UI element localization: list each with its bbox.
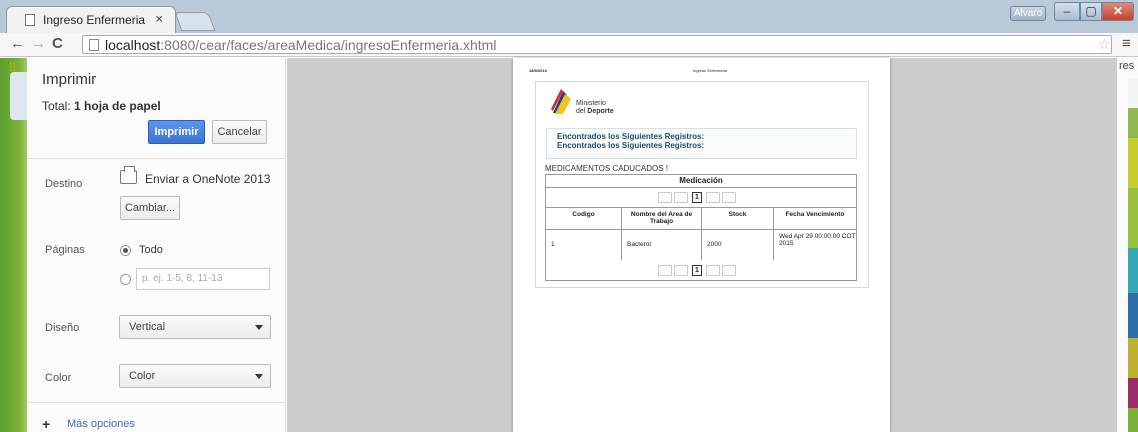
change-destination-button[interactable]: Cambiar... [120, 196, 180, 220]
pager-next-button[interactable] [706, 192, 720, 203]
column-header: Fecha Vencimiento [774, 207, 856, 229]
browser-toolbar: ← → C localhost:8080/cear/faces/areaMedi… [0, 33, 1138, 57]
destination-label: Destino [45, 178, 83, 190]
table-title: Medicación [546, 175, 856, 188]
color-select[interactable]: Color [119, 364, 271, 388]
top-pager: 1 [658, 192, 748, 203]
pager-first-button[interactable] [658, 192, 672, 203]
chevron-down-icon [255, 325, 263, 330]
chevron-down-icon [255, 374, 263, 379]
pages-all-radio[interactable] [120, 245, 131, 256]
color-label: Color [45, 372, 72, 384]
printer-icon [120, 166, 137, 184]
new-tab-button[interactable] [174, 12, 216, 31]
pager-current-page[interactable]: 1 [692, 265, 702, 276]
print-title: Imprimir [42, 71, 97, 88]
pages-custom-radio[interactable] [120, 274, 131, 285]
page-card-edge [10, 72, 27, 120]
header-date: 18/5/2015 [529, 68, 547, 73]
pager-last-button[interactable] [722, 192, 736, 203]
address-bar[interactable]: localhost:8080/cear/faces/areaMedica/ing… [82, 35, 1112, 54]
back-icon[interactable]: ← [10, 35, 25, 52]
pager-last-button[interactable] [722, 265, 736, 276]
page-scrollbar[interactable] [1128, 78, 1138, 432]
layout-label: Diseño [45, 322, 80, 334]
bookmark-star-icon[interactable]: ☆ [1098, 36, 1111, 53]
layout-select[interactable]: Vertical [119, 315, 271, 339]
tab-title: Ingreso Enfermeria [43, 13, 146, 27]
pages-all-label: Todo [139, 244, 163, 256]
column-header: Stock [702, 207, 774, 229]
medication-table: Medicación 1 Codigo Nombre del Area de T… [545, 174, 857, 281]
message-line: Encontrados los Siguientes Registros: [557, 132, 705, 141]
close-window-button[interactable]: ✕ [1102, 2, 1134, 21]
preview-page: 18/5/2015 Ingreso Enfermeria Ministerio … [513, 58, 890, 432]
pager-current-page[interactable]: 1 [692, 192, 702, 203]
table-cell: 1 [546, 229, 622, 260]
logo-text: Ministerio del Deporte [576, 100, 614, 115]
expired-title: MEDICAMENTOS CADUCADOS ! [545, 164, 668, 173]
pager-next-button[interactable] [706, 265, 720, 276]
column-header: Codigo [546, 207, 622, 229]
pager-first-button[interactable] [658, 265, 672, 276]
maximize-button[interactable]: ▢ [1080, 2, 1102, 21]
tab-close-icon[interactable]: × [155, 11, 163, 26]
minimize-button[interactable]: – [1054, 2, 1080, 21]
menu-icon[interactable]: ≡ [1122, 35, 1131, 52]
cancel-button[interactable]: Cancelar [212, 120, 267, 144]
reload-icon[interactable]: C [52, 35, 63, 52]
message-line: Encontrados los Siguientes Registros: [557, 141, 705, 150]
forward-icon[interactable]: → [31, 35, 46, 52]
message-box: Encontrados los Siguientes Registros: En… [546, 128, 857, 159]
table-cell: 2000 [702, 229, 774, 260]
print-preview-area: 18/5/2015 Ingreso Enfermeria Ministerio … [287, 58, 1117, 432]
pager-prev-button[interactable] [674, 265, 688, 276]
browser-tab[interactable]: Ingreso Enfermeria × [6, 6, 176, 33]
bookmarks-fragment[interactable]: res [1119, 60, 1134, 72]
table-cell: Bacterol [622, 229, 702, 260]
bottom-pager: 1 [658, 265, 748, 276]
url-text: localhost:8080/cear/faces/areaMedica/ing… [105, 37, 497, 53]
divider [27, 158, 286, 159]
pager-prev-button[interactable] [674, 192, 688, 203]
page-icon [89, 39, 99, 51]
pages-range-input[interactable]: p. ej. 1-5, 8, 11-13 [136, 268, 270, 290]
plus-icon[interactable]: + [42, 416, 50, 432]
user-badge[interactable]: Alvaro [1010, 6, 1046, 21]
pages-label: Páginas [45, 244, 85, 256]
header-title: Ingreso Enfermeria [693, 68, 728, 73]
divider [27, 402, 286, 403]
table-cell: Wed Apr 29 00:00:00 COT 2015 [774, 229, 856, 260]
ministerio-logo [551, 89, 571, 114]
print-button[interactable]: Imprimir [148, 120, 205, 144]
page-icon [25, 14, 35, 26]
print-settings-panel: Imprimir Total: 1 hoja de papel Imprimir… [27, 58, 286, 432]
print-total: Total: 1 hoja de papel [42, 99, 161, 113]
title-bar: Ingreso Enfermeria × Alvaro – ▢ ✕ [0, 0, 1138, 33]
column-header: Nombre del Area de Trabajo [622, 207, 702, 229]
more-options-link[interactable]: Más opciones [67, 418, 135, 430]
destination-value: Enviar a OneNote 2013 [145, 172, 271, 186]
